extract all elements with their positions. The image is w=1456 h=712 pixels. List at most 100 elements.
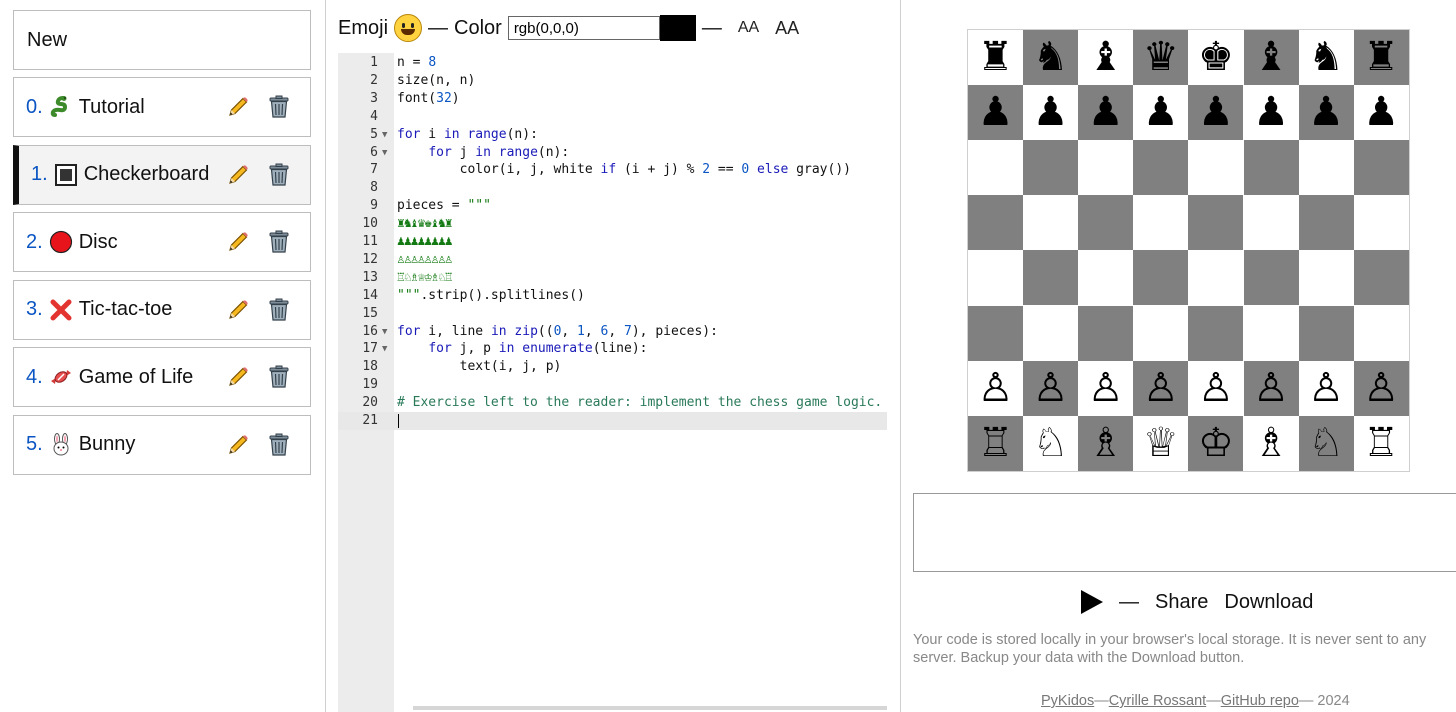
chess-board-canvas[interactable]: ♜ ♞ ♝ ♛ ♚ ♝ ♞ ♜ ♟ ♟ ♟ ♟ ♟ ♟ ♟ ♟ ♙ ♙ ♙ ♙ ♙ ♙ ♙ ♙ ♖ ♘ ♗ ♕ ♔ ♗ ♘ ♖ xyxy=(967,29,1410,472)
code-line[interactable]: 12 ♙♙♙♙♙♙♙♙ xyxy=(338,251,887,269)
console-output[interactable] xyxy=(913,493,1456,572)
board-square[interactable]: ♜ xyxy=(968,30,1023,85)
code-line[interactable]: 5 ▼ for i in range(n): xyxy=(338,126,887,144)
board-square[interactable] xyxy=(1078,305,1134,361)
trash-icon[interactable] xyxy=(268,433,290,457)
board-square[interactable]: ♘ xyxy=(1023,415,1079,471)
board-square[interactable] xyxy=(968,305,1023,361)
board-square[interactable]: ♗ xyxy=(1078,415,1134,471)
board-square[interactable]: ♟ xyxy=(968,85,1023,141)
board-square[interactable]: ♟ xyxy=(1133,85,1189,141)
board-square[interactable] xyxy=(1298,250,1354,306)
play-icon[interactable] xyxy=(1081,590,1103,614)
board-square[interactable] xyxy=(1298,195,1354,251)
board-square[interactable]: ♙ xyxy=(1023,360,1079,416)
board-square[interactable]: ♖ xyxy=(968,415,1023,471)
board-square[interactable] xyxy=(1078,250,1134,306)
code-editor[interactable]: 1n = 8 2 size(n, n) 3 font(32) 4 5 ▼ for i in ra… xyxy=(338,53,887,712)
pykidos-link[interactable]: PyKidos xyxy=(1041,693,1094,709)
board-square[interactable]: ♘ xyxy=(1298,415,1354,471)
board-square[interactable]: ♙ xyxy=(1243,360,1299,416)
board-square[interactable]: ♟ xyxy=(1353,85,1409,141)
code-line[interactable]: 20 # Exercise left to the reader: impleme… xyxy=(338,394,887,412)
board-square[interactable] xyxy=(968,140,1023,196)
board-square[interactable] xyxy=(1133,305,1189,361)
board-square[interactable] xyxy=(1243,140,1299,196)
code-line[interactable]: 14 """.strip().splitlines() xyxy=(338,287,887,305)
code-line[interactable]: 21 xyxy=(338,412,887,430)
trash-icon[interactable] xyxy=(268,298,290,322)
pencil-icon[interactable] xyxy=(226,365,250,389)
code-line[interactable]: 7 color(i, j, white if (i + j) % 2 == 0 … xyxy=(338,161,887,179)
board-square[interactable] xyxy=(1243,250,1299,306)
download-button[interactable]: Download xyxy=(1224,591,1313,614)
board-square[interactable]: ♖ xyxy=(1353,415,1409,471)
program-item[interactable]: 2. Disc xyxy=(13,212,311,272)
board-square[interactable]: ♞ xyxy=(1298,30,1354,85)
board-square[interactable] xyxy=(1353,140,1409,196)
board-square[interactable]: ♟ xyxy=(1023,85,1079,141)
board-square[interactable]: ♕ xyxy=(1133,415,1189,471)
board-square[interactable] xyxy=(1243,195,1299,251)
board-square[interactable]: ♚ xyxy=(1188,30,1244,85)
code-line[interactable]: 8 xyxy=(338,179,887,197)
trash-icon[interactable] xyxy=(268,230,290,254)
board-square[interactable] xyxy=(1023,195,1079,251)
board-square[interactable] xyxy=(1188,305,1244,361)
board-square[interactable] xyxy=(1243,305,1299,361)
code-line[interactable]: 18 text(i, j, p) xyxy=(338,358,887,376)
board-square[interactable]: ♝ xyxy=(1243,30,1299,85)
smiley-emoji-icon[interactable] xyxy=(394,14,423,42)
board-square[interactable] xyxy=(1353,250,1409,306)
horizontal-scrollbar[interactable] xyxy=(413,706,887,710)
board-square[interactable]: ♟ xyxy=(1298,85,1354,141)
board-square[interactable]: ♟ xyxy=(1188,85,1244,141)
code-line[interactable]: 3 font(32) xyxy=(338,90,887,108)
board-square[interactable]: ♙ xyxy=(1298,360,1354,416)
trash-icon[interactable] xyxy=(268,163,290,187)
share-button[interactable]: Share xyxy=(1155,591,1208,614)
board-square[interactable] xyxy=(1078,195,1134,251)
board-square[interactable] xyxy=(1188,250,1244,306)
color-swatch[interactable] xyxy=(659,15,696,41)
board-square[interactable] xyxy=(968,195,1023,251)
code-line[interactable]: 1 n = 8 xyxy=(338,54,887,72)
board-square[interactable] xyxy=(1133,250,1189,306)
program-item[interactable]: 3. Tic-tac-toe xyxy=(13,279,311,340)
trash-icon[interactable] xyxy=(268,95,290,119)
board-square[interactable]: ♟ xyxy=(1243,85,1299,141)
code-line[interactable]: 10 ♜♞♝♛♚♝♞♜ xyxy=(338,215,887,233)
board-square[interactable] xyxy=(1133,195,1189,251)
program-item[interactable]: 4. Game of Life xyxy=(13,347,311,407)
board-square[interactable]: ♜ xyxy=(1353,30,1409,85)
font-increase-button[interactable]: AA xyxy=(775,18,799,39)
board-square[interactable] xyxy=(968,250,1023,306)
board-square[interactable]: ♝ xyxy=(1078,30,1134,85)
pencil-icon[interactable] xyxy=(226,230,250,254)
trash-icon[interactable] xyxy=(268,365,290,389)
board-square[interactable] xyxy=(1078,140,1134,196)
pencil-icon[interactable] xyxy=(226,95,250,119)
code-line[interactable]: 16 ▼ for i, line in zip((0, 1, 6, 7), piec… xyxy=(338,323,887,341)
board-square[interactable]: ♙ xyxy=(1133,360,1189,416)
fold-arrow-icon[interactable]: ▼ xyxy=(382,126,387,144)
code-line[interactable]: 2 size(n, n) xyxy=(338,72,887,90)
fold-arrow-icon[interactable]: ▼ xyxy=(382,144,387,162)
board-square[interactable] xyxy=(1023,250,1079,306)
board-square[interactable] xyxy=(1298,140,1354,196)
board-square[interactable] xyxy=(1133,140,1189,196)
board-square[interactable]: ♙ xyxy=(1353,360,1409,416)
board-square[interactable] xyxy=(1353,195,1409,251)
program-item[interactable]: 1. Checkerboard xyxy=(13,144,311,205)
board-square[interactable]: ♛ xyxy=(1133,30,1189,85)
board-square[interactable] xyxy=(1353,305,1409,361)
pencil-icon[interactable] xyxy=(226,433,250,457)
pencil-icon[interactable] xyxy=(226,298,250,322)
author-link[interactable]: Cyrille Rossant xyxy=(1109,693,1207,709)
new-program-button[interactable]: New xyxy=(13,10,311,70)
code-line[interactable]: 6 ▼ for j in range(n): xyxy=(338,144,887,162)
color-input[interactable] xyxy=(507,16,660,40)
board-square[interactable]: ♟ xyxy=(1078,85,1134,141)
program-item[interactable]: 5. Bunny xyxy=(13,414,311,475)
code-line[interactable]: 9 pieces = """ xyxy=(338,197,887,215)
